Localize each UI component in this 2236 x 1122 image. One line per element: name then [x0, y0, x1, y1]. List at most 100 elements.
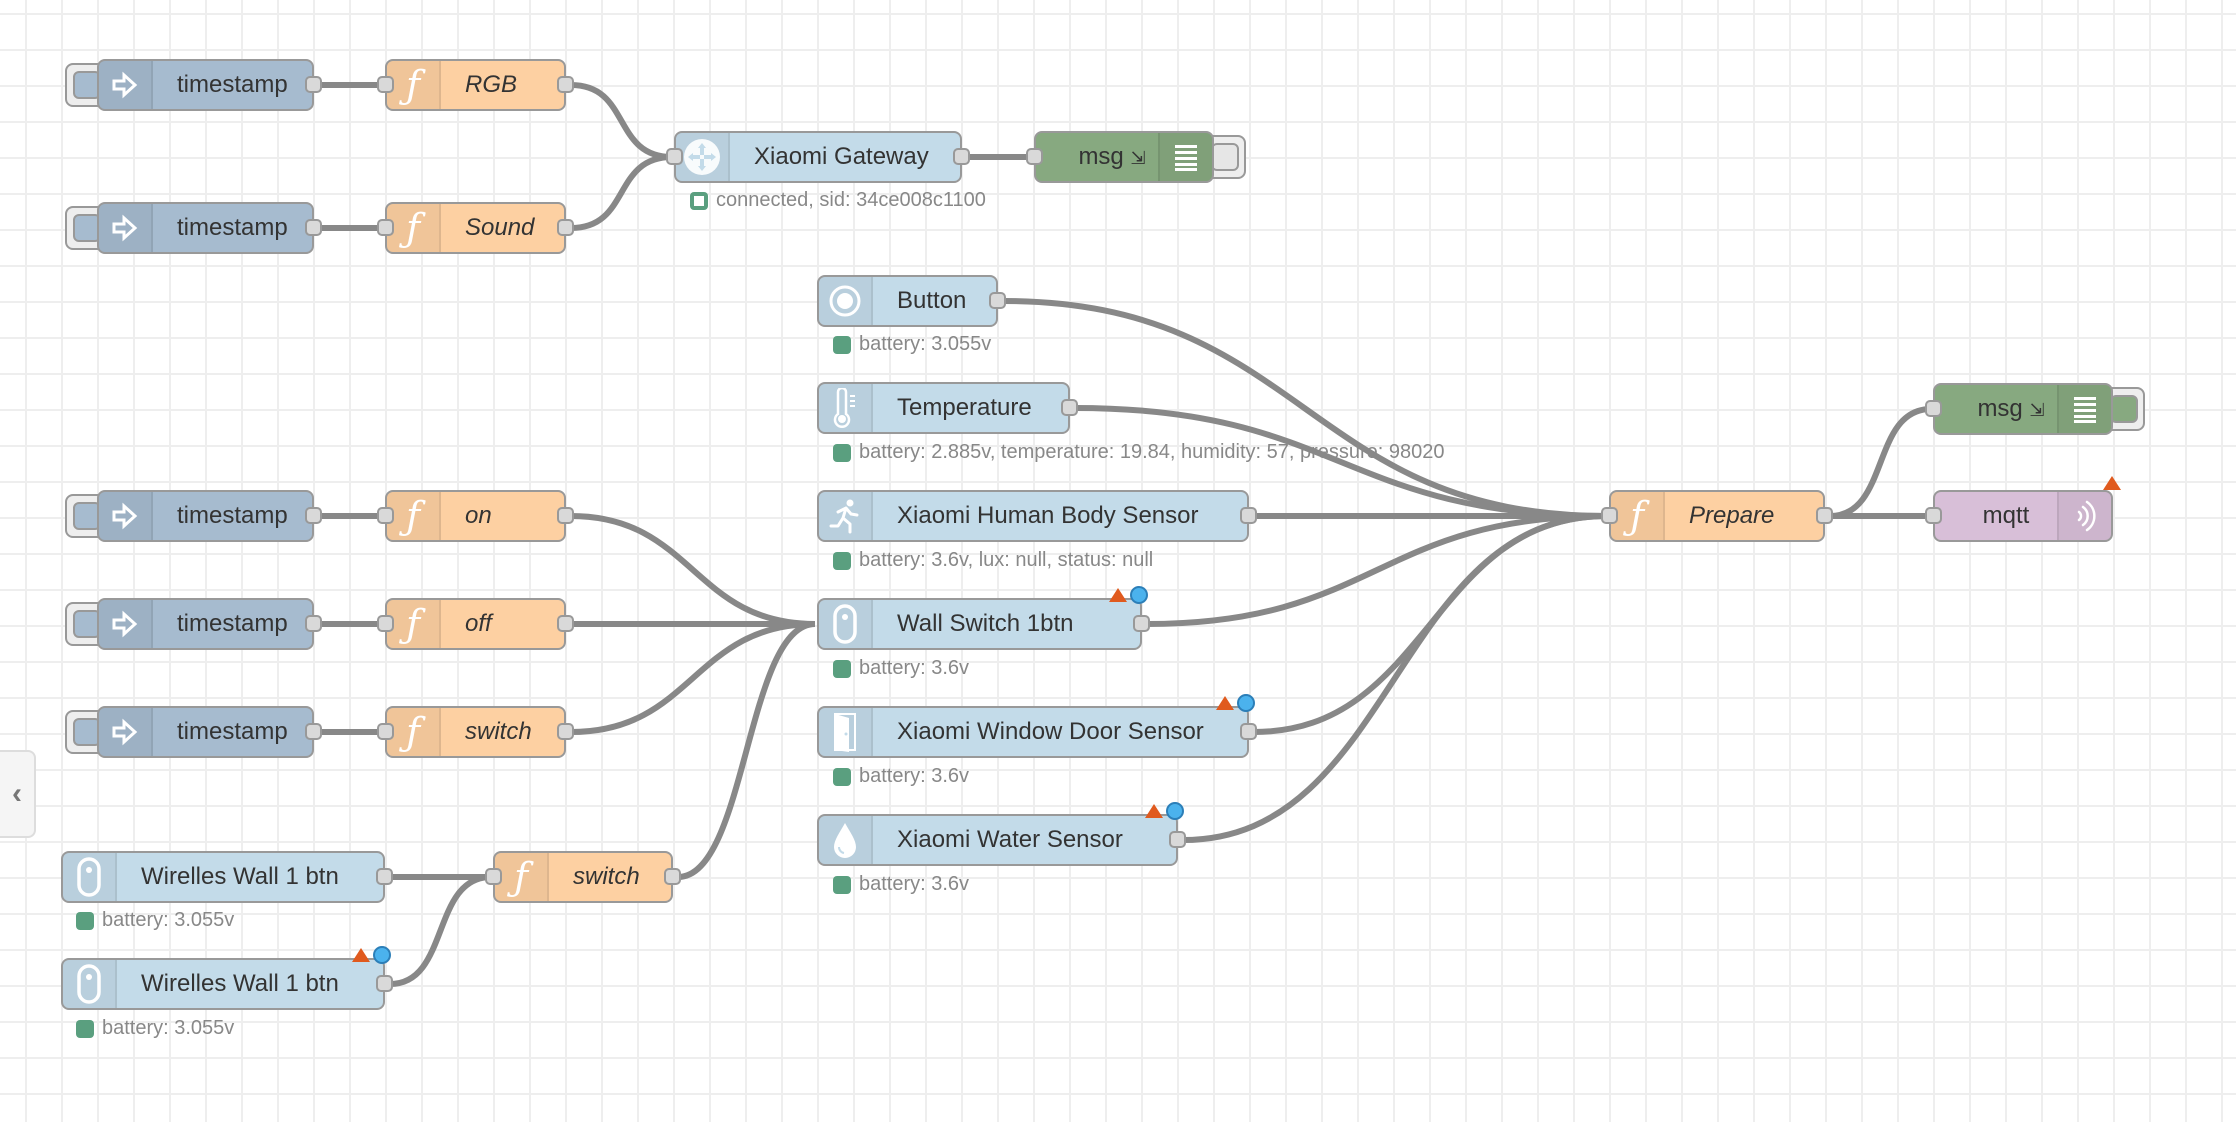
- inject-node[interactable]: timestamp: [65, 59, 322, 111]
- input-port[interactable]: [666, 148, 683, 165]
- status-dot-icon: [833, 443, 851, 462]
- input-port[interactable]: [377, 723, 394, 740]
- node-label: RGB: [465, 71, 518, 98]
- output-port[interactable]: [1240, 507, 1257, 524]
- wireless1-status: battery: 3.055v: [76, 909, 234, 932]
- changed-dot-icon: [1166, 802, 1184, 820]
- button-icon: [819, 277, 873, 325]
- output-port[interactable]: [376, 868, 393, 885]
- output-port[interactable]: [1061, 399, 1078, 416]
- wire-prepare-to-debug_right[interactable]: [1829, 406, 1932, 519]
- water-status: battery: 3.6v: [833, 873, 969, 896]
- input-port[interactable]: [377, 507, 394, 524]
- debug-label: msg: [1977, 395, 2023, 422]
- wire-fn_switch-to-wall_switch[interactable]: [570, 621, 816, 735]
- input-port[interactable]: [377, 615, 394, 632]
- xiaomi-wall-switch-node[interactable]: Wall Switch 1btn: [817, 586, 1150, 650]
- function-node-sound[interactable]: ƒ Sound: [377, 202, 574, 254]
- output-port[interactable]: [664, 868, 681, 885]
- output-port[interactable]: [953, 148, 970, 165]
- node-label: timestamp: [177, 610, 288, 637]
- debug-node[interactable]: msg ⇲: [1026, 131, 1246, 183]
- input-port[interactable]: [1026, 148, 1043, 165]
- output-port[interactable]: [305, 723, 322, 740]
- input-port[interactable]: [1925, 507, 1942, 524]
- xiaomi-human-body-node[interactable]: Xiaomi Human Body Sensor: [817, 490, 1257, 542]
- error-triangle-icon: [1216, 696, 1234, 710]
- output-port[interactable]: [1816, 507, 1833, 524]
- output-port[interactable]: [557, 507, 574, 524]
- node-label: msg ⇲: [1036, 143, 1158, 171]
- function-node-off[interactable]: ƒ off: [377, 598, 574, 650]
- debug-target-icon: ⇲: [2029, 400, 2045, 420]
- door-icon: [819, 708, 873, 756]
- arrow-in-icon: [99, 492, 153, 540]
- node-label: Button: [897, 287, 967, 314]
- function-icon: ƒ: [387, 492, 441, 540]
- output-port[interactable]: [305, 76, 322, 93]
- output-port[interactable]: [1169, 831, 1186, 848]
- output-port[interactable]: [305, 615, 322, 632]
- inject-node[interactable]: timestamp: [65, 202, 322, 254]
- input-port[interactable]: [485, 868, 502, 885]
- output-port[interactable]: [557, 723, 574, 740]
- output-port[interactable]: [1133, 615, 1150, 632]
- changed-dot-icon: [373, 946, 391, 964]
- node-label: Xiaomi Window Door Sensor: [897, 718, 1204, 745]
- xiaomi-water-node[interactable]: Xiaomi Water Sensor: [817, 802, 1186, 866]
- xiaomi-wireless-switch-node[interactable]: Wirelles Wall 1 btn: [61, 946, 393, 1010]
- arrow-in-icon: [99, 204, 153, 252]
- status-text: battery: 3.6v: [859, 873, 970, 895]
- wire-fn_on-to-wall_switch[interactable]: [570, 513, 816, 627]
- sidebar-toggle-button[interactable]: ‹: [0, 750, 36, 838]
- debug-label: msg: [1078, 143, 1124, 170]
- xiaomi-button-node[interactable]: Button: [817, 275, 1006, 327]
- water-drop-icon: [819, 816, 873, 864]
- xiaomi-temperature-node[interactable]: Temperature: [817, 382, 1078, 434]
- status-text: battery: 3.055v: [102, 909, 235, 931]
- function-icon: ƒ: [387, 600, 441, 648]
- output-port[interactable]: [305, 507, 322, 524]
- wire-wireless2-to-fn_switch2[interactable]: [389, 874, 492, 987]
- xiaomi-gateway-node[interactable]: Xiaomi Gateway: [666, 131, 970, 183]
- mqtt-out-node[interactable]: mqtt: [1925, 476, 2121, 542]
- input-port[interactable]: [1601, 507, 1618, 524]
- status-dot-icon: [833, 659, 851, 678]
- node-label: msg ⇲: [1935, 395, 2057, 423]
- inject-node[interactable]: timestamp: [65, 706, 322, 758]
- output-port[interactable]: [557, 76, 574, 93]
- function-node-on[interactable]: ƒ on: [377, 490, 574, 542]
- function-icon: ƒ: [387, 204, 441, 252]
- output-port[interactable]: [557, 219, 574, 236]
- function-node-prepare[interactable]: ƒ Prepare: [1601, 490, 1833, 542]
- status-dot-icon: [833, 551, 851, 570]
- debug-list-icon: [2057, 385, 2111, 433]
- function-node-rgb[interactable]: ƒ RGB: [377, 59, 574, 111]
- input-port[interactable]: [377, 76, 394, 93]
- xiaomi-wireless-switch-node[interactable]: Wirelles Wall 1 btn: [61, 851, 393, 903]
- debug-list-icon: [1158, 133, 1212, 181]
- function-node-switch[interactable]: ƒ switch: [485, 851, 681, 903]
- node-label: timestamp: [177, 71, 288, 98]
- input-port[interactable]: [1925, 400, 1942, 417]
- input-port[interactable]: [377, 219, 394, 236]
- debug-node[interactable]: msg ⇲: [1925, 383, 2145, 435]
- node-label: Wirelles Wall 1 btn: [141, 970, 339, 997]
- wire-fn_rgb-to-gateway[interactable]: [570, 82, 673, 160]
- xiaomi-window-door-node[interactable]: Xiaomi Window Door Sensor: [817, 694, 1257, 758]
- node-label: Wall Switch 1btn: [897, 610, 1074, 637]
- output-port[interactable]: [376, 975, 393, 992]
- wire-fn_sound-to-gateway[interactable]: [570, 154, 673, 231]
- mqtt-signal-icon: [2057, 492, 2111, 540]
- function-node-switch[interactable]: ƒ switch: [377, 706, 574, 758]
- output-port[interactable]: [305, 219, 322, 236]
- output-port[interactable]: [1240, 723, 1257, 740]
- inject-node[interactable]: timestamp: [65, 598, 322, 650]
- wire-fn_switch2-to-wall_switch[interactable]: [677, 621, 816, 880]
- output-port[interactable]: [557, 615, 574, 632]
- chevron-left-icon: ‹: [12, 777, 22, 810]
- error-triangle-icon: [352, 948, 370, 962]
- output-port[interactable]: [989, 292, 1006, 309]
- status-text: battery: 3.055v: [859, 333, 992, 355]
- inject-node[interactable]: timestamp: [65, 490, 322, 542]
